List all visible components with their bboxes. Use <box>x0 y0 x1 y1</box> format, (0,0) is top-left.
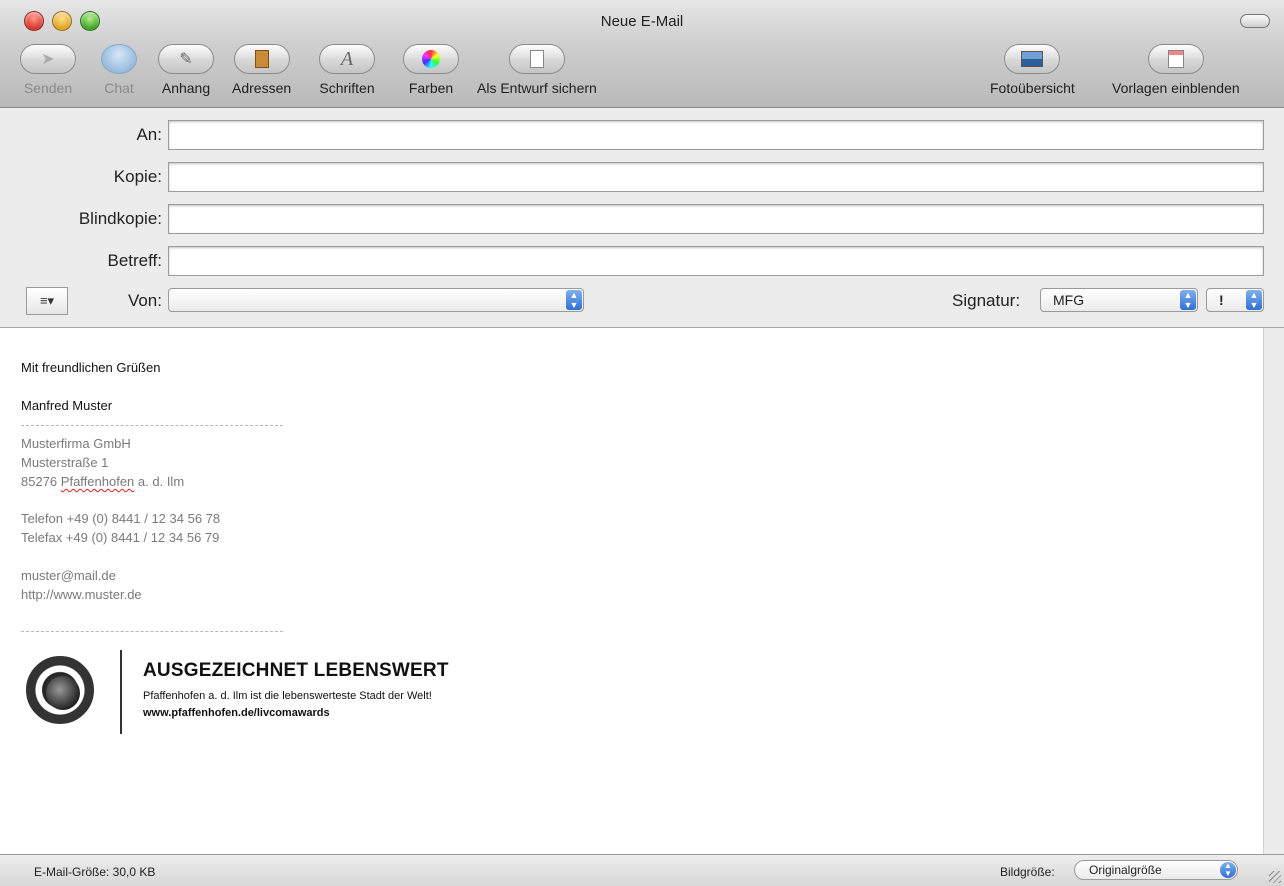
send-label: Senden <box>23 80 73 96</box>
misspelled-word[interactable]: Pfaffenhofen <box>61 474 135 489</box>
photo-browser-button[interactable]: Fotoübersicht <box>990 44 1075 96</box>
photo-browser-icon <box>1004 44 1061 74</box>
window-chrome: Neue E-Mail ➤ Senden Chat ✎ Anhang Adres… <box>0 0 1284 108</box>
street: Musterstraße 1 <box>21 455 109 470</box>
signature-value: MFG <box>1053 292 1085 308</box>
colors-button[interactable]: Farben <box>403 44 459 96</box>
to-label: An: <box>136 125 162 144</box>
divider <box>21 631 283 632</box>
bcc-row: Blindkopie: <box>0 204 1284 234</box>
addresses-button[interactable]: Adressen <box>232 44 291 96</box>
select-arrows-icon: ▲ ▼ <box>1180 290 1196 310</box>
addresses-label: Adressen <box>232 80 292 96</box>
priority-value: ! <box>1219 292 1224 308</box>
bcc-label: Blindkopie: <box>78 209 162 228</box>
signature-label: Signatur: <box>952 291 1021 310</box>
award-title: AUSGEZEICHNET LEBENSWERT <box>143 660 449 681</box>
chat-label: Chat <box>104 80 134 96</box>
award-text: Pfaffenhofen a. d. Ilm ist die lebenswer… <box>143 690 432 702</box>
status-bar: E-Mail-Größe: 30,0 KB Bildgröße: Origina… <box>0 854 1284 886</box>
subject-row: Betreff: <box>0 246 1284 276</box>
city-rest: a. d. Ilm <box>137 474 185 489</box>
city-line: 85276 Pfaffenhofen a. d. Ilm <box>21 474 184 489</box>
mail-size: E-Mail-Größe: 30,0 KB <box>34 865 156 879</box>
subject-label: Betreff: <box>107 251 163 270</box>
image-size-value: Originalgröße <box>1089 863 1162 877</box>
fonts-label: Schriften <box>319 80 375 96</box>
address-book-icon <box>233 44 290 74</box>
website: http://www.muster.de <box>21 587 142 602</box>
templates-label: Vorlagen einblenden <box>1112 80 1240 96</box>
award-banner: AUSGEZEICHNET LEBENSWERT Pfaffenhofen a.… <box>26 648 526 734</box>
colors-label: Farben <box>408 80 454 96</box>
format-menu-icon: ≡▾ <box>39 293 55 308</box>
attach-label: Anhang <box>161 80 211 96</box>
save-draft-button[interactable]: Als Entwurf sichern <box>477 44 597 96</box>
divider <box>21 425 283 426</box>
message-body[interactable]: Mit freundlichen Grüßen Manfred Muster M… <box>10 328 1264 854</box>
zip: 85276 <box>21 474 58 489</box>
select-arrows-icon: ▲ ▼ <box>566 290 582 310</box>
header-fields: An: Kopie: Blindkopie: Betreff: Von: ▲ ▼ … <box>0 108 1284 328</box>
greeting: Mit freundlichen Grüßen <box>21 360 161 375</box>
divider <box>120 650 122 734</box>
sender-name: Manfred Muster <box>21 398 113 413</box>
fax: Telefax +49 (0) 8441 / 12 34 56 79 <box>21 530 220 545</box>
toolbar-toggle-button[interactable] <box>1240 14 1270 28</box>
phone: Telefon +49 (0) 8441 / 12 34 56 78 <box>21 511 221 526</box>
draft-label: Als Entwurf sichern <box>477 80 597 96</box>
cc-field[interactable] <box>168 162 1264 192</box>
cc-label: Kopie: <box>113 167 162 186</box>
window-title: Neue E-Mail <box>600 13 684 30</box>
select-arrows-icon: ▲ ▼ <box>1246 290 1262 310</box>
priority-select[interactable]: ! ▲ ▼ <box>1206 288 1264 312</box>
from-label: Von: <box>127 291 162 310</box>
subject-field[interactable] <box>168 246 1264 276</box>
send-button[interactable]: ➤ Senden <box>20 44 76 96</box>
image-size-label: Bildgröße: <box>1000 865 1055 879</box>
to-field[interactable] <box>168 120 1264 150</box>
award-seal-icon <box>26 656 94 724</box>
chat-icon <box>101 44 137 74</box>
to-row: An: <box>0 120 1284 150</box>
fonts-button[interactable]: A Schriften <box>319 44 375 96</box>
signature-select[interactable]: MFG ▲ ▼ <box>1040 288 1198 312</box>
format-menu-button[interactable]: ≡▾ <box>26 287 68 315</box>
left-margin <box>0 328 10 854</box>
chat-button[interactable]: Chat <box>101 44 137 96</box>
font-icon: A <box>319 44 375 74</box>
award-url[interactable]: www.pfaffenhofen.de/livcomawards <box>143 707 330 719</box>
from-row: Von: ▲ ▼ Signatur: MFG ▲ ▼ ! ▲ ▼ <box>0 286 1284 316</box>
image-size-select[interactable]: Originalgröße ▲ ▼ <box>1074 860 1238 880</box>
attach-button[interactable]: ✎ Anhang <box>158 44 214 96</box>
show-templates-button[interactable]: Vorlagen einblenden <box>1112 44 1240 96</box>
cc-row: Kopie: <box>0 162 1284 192</box>
resize-grip-icon[interactable] <box>1269 871 1281 883</box>
right-margin <box>1264 328 1284 854</box>
email-address: muster@mail.de <box>21 568 116 583</box>
template-icon <box>1147 44 1204 74</box>
from-select[interactable]: ▲ ▼ <box>168 288 584 312</box>
color-wheel-icon <box>403 44 459 74</box>
photos-label: Fotoübersicht <box>990 80 1075 96</box>
send-icon: ➤ <box>20 44 76 74</box>
paperclip-icon: ✎ <box>158 44 214 74</box>
select-arrows-icon: ▲ ▼ <box>1220 862 1236 878</box>
draft-icon <box>508 44 565 74</box>
bcc-field[interactable] <box>168 204 1264 234</box>
company: Musterfirma GmbH <box>21 436 131 451</box>
